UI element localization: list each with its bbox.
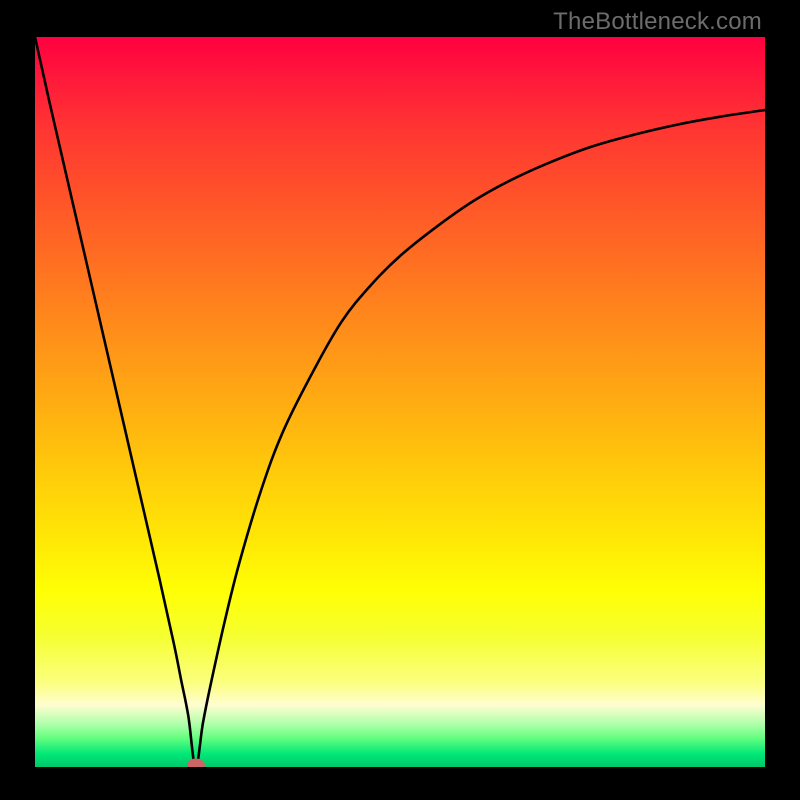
watermark-text: TheBottleneck.com xyxy=(553,8,762,36)
chart-frame: TheBottleneck.com xyxy=(0,0,800,800)
minimum-marker xyxy=(187,759,205,768)
plot-area xyxy=(35,37,765,767)
bottleneck-curve xyxy=(35,37,765,767)
curve-svg xyxy=(35,37,765,767)
